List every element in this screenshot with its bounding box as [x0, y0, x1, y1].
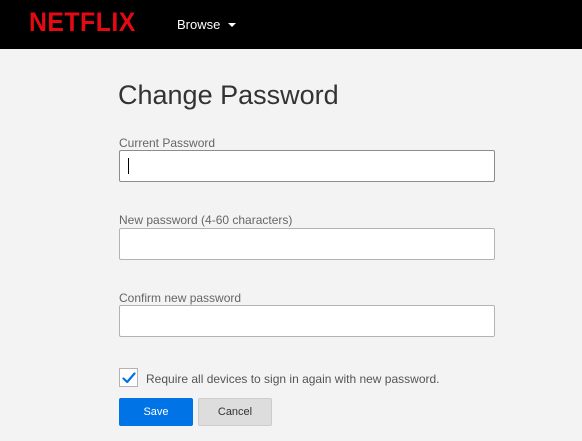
- new-password-input[interactable]: [119, 228, 495, 260]
- top-navigation-bar: NETFLIX Browse: [0, 0, 582, 49]
- current-password-label: Current Password: [119, 136, 216, 150]
- browse-menu-button[interactable]: Browse: [177, 17, 237, 32]
- new-password-label: New password (4-60 characters): [119, 213, 293, 227]
- confirm-password-label: Confirm new password: [119, 291, 242, 305]
- netflix-logo[interactable]: NETFLIX: [29, 7, 136, 38]
- current-password-input[interactable]: [119, 150, 495, 182]
- page-title: Change Password: [118, 80, 339, 110]
- checkmark-icon: [122, 372, 136, 384]
- text-cursor: [128, 158, 129, 174]
- save-button[interactable]: Save: [119, 398, 193, 426]
- require-signin-label: Require all devices to sign in again wit…: [146, 372, 440, 386]
- browse-label: Browse: [177, 17, 221, 32]
- cancel-button[interactable]: Cancel: [198, 398, 272, 426]
- confirm-password-input[interactable]: [119, 305, 495, 337]
- require-signin-checkbox[interactable]: [119, 368, 138, 387]
- chevron-down-icon: [228, 23, 237, 27]
